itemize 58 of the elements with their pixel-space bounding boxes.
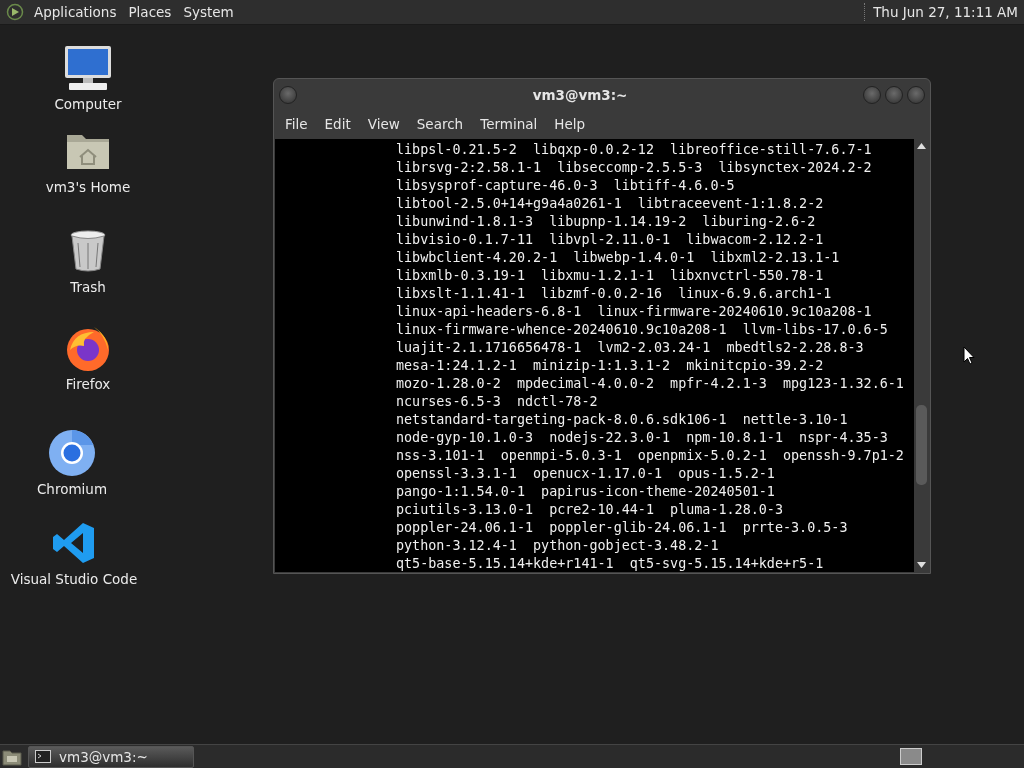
panel-menu[interactable]: Applications	[28, 2, 123, 22]
menu-item[interactable]: Terminal	[472, 113, 546, 135]
desktop-icon-label[interactable]: Chromium	[36, 481, 108, 497]
close-button[interactable]	[907, 85, 925, 104]
maximize-button[interactable]	[885, 85, 903, 104]
terminal-line: poppler-24.06.1-1 poppler-glib-24.06.1-1 prrte-3.0.5-3	[396, 519, 848, 537]
window-menu-button[interactable]	[279, 85, 297, 104]
terminal-line: libunwind-1.8.1-3 libupnp-1.14.19-2 liburing-2.6-2	[396, 213, 816, 231]
terminal-line: libpsl-0.21.5-2 libqxp-0.0.2-12 libreoffice-still-7.6.7-1	[396, 141, 872, 159]
terminal-line: linux-firmware-whence-20240610.9c10a208-1 llvm-libs-17.0.6-5	[396, 321, 888, 339]
workspace-switcher[interactable]	[900, 748, 922, 765]
taskbar-window-button[interactable]: vm3@vm3:~	[28, 745, 194, 768]
scroll-down-arrow-icon[interactable]	[917, 562, 926, 568]
terminal-line: netstandard-targeting-pack-8.0.6.sdk106-1 nettle-3.10-1	[396, 411, 848, 429]
terminal-icon	[35, 750, 51, 763]
scrollbar[interactable]	[914, 139, 929, 572]
terminal-line: mesa-1:24.1.2-1 minizip-1:1.3.1-2 mkinitcpio-39.2-2	[396, 357, 824, 375]
trash-can-icon	[68, 227, 108, 275]
terminal-line: pango-1:1.54.0-1 papirus-icon-theme-20240501-1	[396, 483, 775, 501]
show-desktop-icon[interactable]	[2, 747, 22, 766]
terminal-line: linux-api-headers-6.8-1 linux-firmware-20240610.9c10a208-1	[396, 303, 872, 321]
terminal-line: libvisio-0.1.7-11 libvpl-2.11.0-1 libwacom-2.12.2-1	[396, 231, 824, 249]
clock[interactable]: Thu Jun 27, 11:11 AM	[873, 4, 1018, 20]
desktop-icon-label[interactable]: Firefox	[65, 376, 111, 392]
desktop-icon-label[interactable]: Trash	[70, 279, 106, 295]
mouse-pointer-icon	[963, 346, 975, 365]
menu-item[interactable]: File	[277, 113, 316, 135]
desktop-icon-label[interactable]: Visual Studio Code	[10, 571, 138, 587]
monitor-icon	[63, 44, 113, 92]
menu-item[interactable]: View	[359, 113, 408, 135]
menu-item[interactable]: Edit	[316, 113, 359, 135]
panel-menu[interactable]: System	[177, 2, 240, 22]
window-title: vm3@vm3:~	[531, 86, 629, 103]
terminal-line: qt5-base-5.15.14+kde+r141-1 qt5-svg-5.15.14+kde+r5-1	[396, 555, 824, 572]
terminal-line: luajit-2.1.1716656478-1 lvm2-2.03.24-1 mbedtls2-2.28.8-3	[396, 339, 864, 357]
terminal-line: pciutils-3.13.0-1 pcre2-10.44-1 pluma-1.28.0-3	[396, 501, 783, 519]
terminal-line: librsvg-2:2.58.1-1 libseccomp-2.5.5-3 libsynctex-2024.2-2	[396, 159, 872, 177]
terminal-line: libwbclient-4.20.2-1 libwebp-1.4.0-1 libxml2-2.13.1-1	[396, 249, 840, 267]
terminal-line: libxslt-1.1.41-1 libzmf-0.0.2-16 linux-6.9.6.arch1-1	[396, 285, 832, 303]
terminal-line: openssl-3.3.1-1 openucx-1.17.0-1 opus-1.5.2-1	[396, 465, 775, 483]
terminal-line: mozo-1.28.0-2 mpdecimal-4.0.0-2 mpfr-4.2.1-3 mpg123-1.32.6-1	[396, 375, 904, 393]
desktop-icon-label[interactable]: Computer	[54, 96, 122, 112]
desktop-icon-label[interactable]: vm3's Home	[45, 179, 131, 195]
terminal-line: python-3.12.4-1 python-gobject-3.48.2-1	[396, 537, 719, 555]
terminal-line: nss-3.101-1 openmpi-5.0.3-1 openpmix-5.0.2-1 openssh-9.7p1-2	[396, 447, 904, 465]
terminal-line: ncurses-6.5-3 ndctl-78-2	[396, 393, 598, 411]
scrollbar-thumb[interactable]	[916, 405, 927, 485]
ring-circle-icon	[48, 429, 96, 477]
terminal-line: libxmlb-0.3.19-1 libxmu-1.2.1-1 libxnvctrl-550.78-1	[396, 267, 824, 285]
menu-item[interactable]: Help	[546, 113, 594, 135]
terminal-line: node-gyp-10.1.0-3 nodejs-22.3.0-1 npm-10.8.1-1 nspr-4.35-3	[396, 429, 888, 447]
menu-logo-icon[interactable]	[6, 3, 24, 21]
panel-menu[interactable]: Places	[122, 2, 178, 22]
scroll-up-arrow-icon[interactable]	[917, 143, 926, 149]
menu-item[interactable]: Search	[408, 113, 472, 135]
minimize-button[interactable]	[863, 85, 881, 104]
terminal-line: libtool-2.5.0+14+g9a4a0261-1 libtraceevent-1:1.8.2-2	[396, 195, 824, 213]
terminal-line: libsysprof-capture-46.0-3 libtiff-4.6.0-5	[396, 177, 735, 195]
